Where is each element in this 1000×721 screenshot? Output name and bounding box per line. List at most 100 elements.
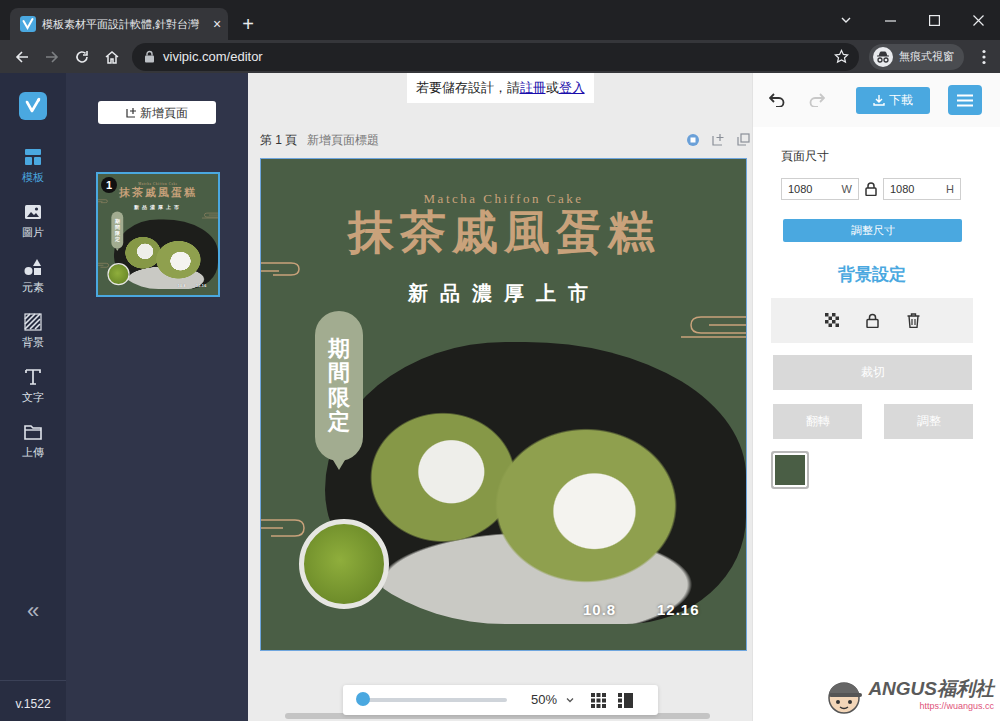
copy-page-icon[interactable] <box>737 133 750 146</box>
limited-time-badge[interactable]: 期間限定 <box>111 212 123 249</box>
page-size-label: 頁面尺寸 <box>781 147 973 165</box>
address-bar[interactable]: vivipic.com/editor <box>132 43 859 71</box>
download-button[interactable]: 下載 <box>856 87 930 114</box>
watermark-url: https://wuangus.cc <box>868 700 994 714</box>
incognito-icon <box>873 47 893 67</box>
start-date[interactable]: 10.8 <box>583 599 616 622</box>
design-subtitle[interactable]: Matcha Chiffon Cake <box>261 189 746 209</box>
width-field[interactable]: W <box>781 178 859 200</box>
adjust-button[interactable]: 調整 <box>884 404 973 439</box>
back-button[interactable] <box>12 47 32 67</box>
limited-time-badge[interactable]: 期間限定 <box>315 311 363 461</box>
sidebar-item[interactable]: 上傳 <box>0 423 66 478</box>
register-link[interactable]: 註冊 <box>520 80 546 95</box>
cloud-ornament-icon <box>661 311 746 341</box>
badge-text: 期間限定 <box>115 218 120 242</box>
page-thumbnail[interactable]: 1Matcha Chiffon Cake抹茶戚風蛋糕新品濃厚上市期間限定10.8… <box>96 172 220 297</box>
sidebar-item[interactable]: 元素 <box>0 258 66 313</box>
login-link[interactable]: 登入 <box>559 80 585 95</box>
template-icon <box>24 148 42 166</box>
sidebar-item[interactable]: 圖片 <box>0 203 66 258</box>
pages-panel: 新增頁面 1Matcha Chiffon Cake抹茶戚風蛋糕新品濃厚上市期間限… <box>66 73 248 721</box>
tab-strip: 模板素材平面設計軟體,針對台灣 × <box>0 8 228 40</box>
browser-titlebar: 模板素材平面設計軟體,針對台灣 × + <box>0 0 1000 40</box>
close-icon <box>973 15 984 26</box>
sidebar-item[interactable]: 背景 <box>0 313 66 368</box>
page-settings-icon[interactable] <box>686 133 700 147</box>
design-frame[interactable]: Matcha Chiffon Cake抹茶戚風蛋糕新品濃厚上市期間限定 10.8 1… <box>260 158 747 651</box>
redo-button[interactable] <box>805 88 829 112</box>
zoom-slider[interactable] <box>359 698 507 702</box>
sidebar-label: 文字 <box>22 389 44 406</box>
tab-close-button[interactable]: × <box>210 17 224 31</box>
zoom-handle[interactable] <box>356 692 370 706</box>
minimize-button[interactable] <box>868 0 912 40</box>
cloud-ornament-icon <box>197 212 218 219</box>
chevron-down-icon[interactable] <box>565 695 575 705</box>
sidebar-label: 元素 <box>22 279 44 296</box>
add-page-icon[interactable] <box>712 133 725 146</box>
cake-photo[interactable] <box>325 342 746 624</box>
cake-photo[interactable] <box>114 219 218 289</box>
background-heading: 背景設定 <box>771 262 973 288</box>
design-tagline[interactable]: 新品濃厚上市 <box>98 203 218 210</box>
page-title-input[interactable] <box>307 131 427 149</box>
text-tool-icon <box>24 368 42 386</box>
start-date[interactable]: 10.8 <box>178 283 186 289</box>
add-page-button[interactable]: 新增頁面 <box>98 101 216 124</box>
crop-button[interactable]: 裁切 <box>773 355 972 390</box>
background-color-swatch[interactable] <box>771 451 809 489</box>
design-tagline[interactable]: 新品濃厚上市 <box>261 278 746 308</box>
watermark: ANGUS福利社 https://wuangus.cc <box>824 676 994 716</box>
width-input[interactable] <box>788 181 842 198</box>
maximize-button[interactable] <box>912 0 956 40</box>
transparent-checker-icon[interactable] <box>825 313 839 327</box>
flip-button[interactable]: 翻轉 <box>773 404 862 439</box>
design-title[interactable]: 抹茶戚風蛋糕 <box>261 205 746 260</box>
star-icon[interactable] <box>834 49 849 64</box>
browser-menu-button[interactable] <box>974 47 994 67</box>
badge-text: 期間限定 <box>328 337 350 434</box>
collapse-button[interactable]: « <box>27 600 39 622</box>
height-input[interactable] <box>890 181 946 198</box>
page-list: 1Matcha Chiffon Cake抹茶戚風蛋糕新品濃厚上市期間限定10.8… <box>96 124 248 297</box>
browser-tab[interactable]: 模板素材平面設計軟體,針對台灣 × <box>10 8 228 40</box>
trash-icon[interactable] <box>907 313 920 328</box>
tab-title: 模板素材平面設計軟體,針對台灣 <box>42 16 204 33</box>
list-view-icon[interactable] <box>618 693 633 708</box>
sidebar-item[interactable]: 模板 <box>0 148 66 203</box>
width-unit: W <box>842 181 852 198</box>
vivipic-logo-icon[interactable] <box>19 92 47 120</box>
canvas-area: 若要儲存設計，請註冊或登入 第 1 頁 Matcha Chiffon Cake抹… <box>248 73 752 721</box>
hamburger-icon <box>957 94 973 107</box>
tab-search-button[interactable] <box>824 0 868 40</box>
grid-view-icon[interactable] <box>591 693 606 708</box>
incognito-badge[interactable]: 無痕式視窗 <box>869 44 964 70</box>
design[interactable]: Matcha Chiffon Cake抹茶戚風蛋糕新品濃厚上市期間限定 10.8 1… <box>261 159 746 650</box>
design[interactable]: Matcha Chiffon Cake抹茶戚風蛋糕新品濃厚上市期間限定10.81… <box>98 174 218 295</box>
close-window-button[interactable] <box>956 0 1000 40</box>
end-date[interactable]: 12.16 <box>196 283 207 289</box>
undo-button[interactable] <box>765 88 789 112</box>
sidebar-item[interactable]: 文字 <box>0 368 66 423</box>
upload-folder-icon <box>24 423 42 441</box>
new-tab-button[interactable]: + <box>234 8 262 40</box>
lock-icon[interactable] <box>866 313 879 328</box>
end-date[interactable]: 12.16 <box>657 599 700 622</box>
zoom-reading[interactable]: 50% <box>531 690 557 710</box>
height-field[interactable]: H <box>883 178 961 200</box>
lock-icon[interactable] <box>865 182 877 196</box>
thumbnail-preview: Matcha Chiffon Cake抹茶戚風蛋糕新品濃厚上市期間限定10.81… <box>98 174 218 295</box>
version-label: v.1522 <box>0 680 66 721</box>
resize-button[interactable]: 調整尺寸 <box>783 219 962 242</box>
matcha-bowl-photo[interactable] <box>299 519 389 609</box>
matcha-bowl-photo[interactable] <box>107 263 129 285</box>
forward-button[interactable] <box>42 47 62 67</box>
home-button[interactable] <box>102 47 122 67</box>
size-fields: W H <box>781 178 973 200</box>
url-text: vivipic.com/editor <box>163 47 826 67</box>
logo-mark-icon <box>24 97 42 115</box>
tool-sidebar: 模板圖片元素背景文字上傳 « v.1522 <box>0 73 66 721</box>
reload-button[interactable] <box>72 47 92 67</box>
menu-button[interactable] <box>948 85 982 115</box>
